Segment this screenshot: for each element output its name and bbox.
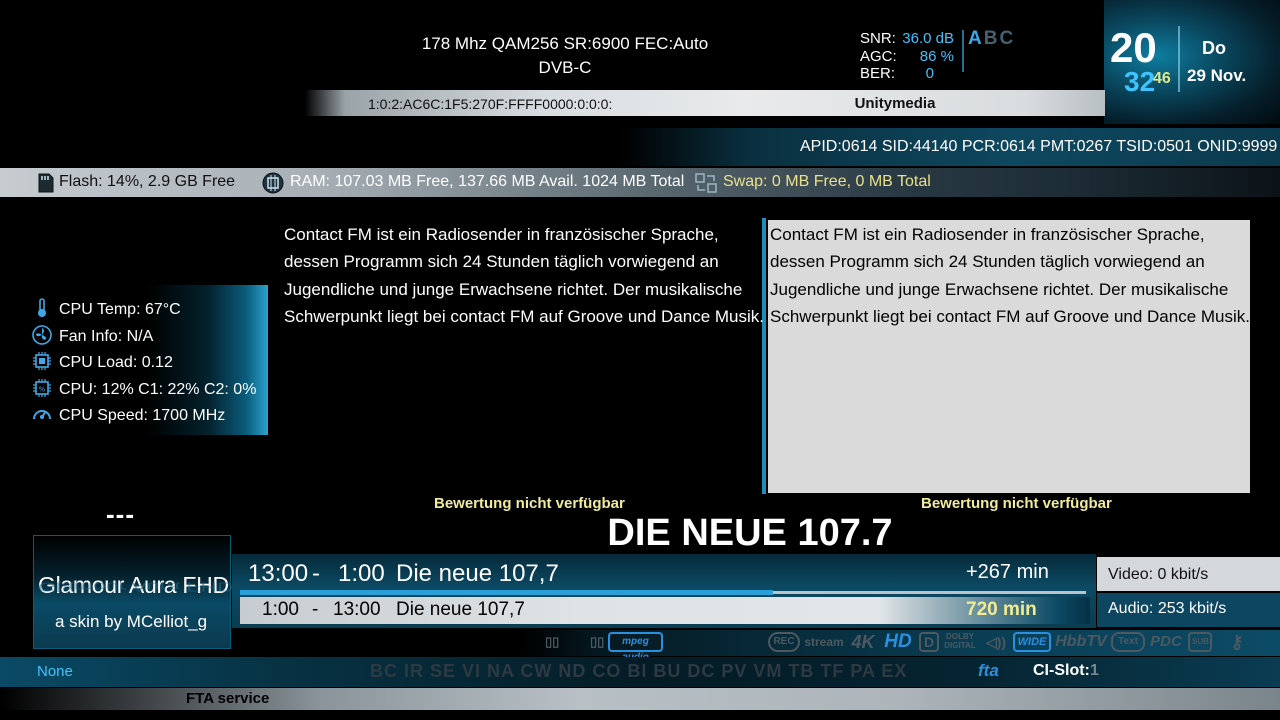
teletext-icon: Text — [1111, 632, 1145, 652]
fta-logo-icon: fta — [978, 661, 999, 680]
description-left-text: Contact FM ist ein Radiosender in franzö… — [284, 225, 765, 327]
tuner-b-indicator: B — [983, 28, 1000, 49]
rating-right: Bewertung nicht verfügbar — [921, 495, 1112, 512]
next-start-time: 1:00 — [262, 599, 299, 620]
channel-name: DIE NEUE 107.7 — [607, 512, 893, 554]
tuner-c-indicator: C — [999, 28, 1016, 49]
description-right-text: Contact FM ist ein Radiosender in franzö… — [770, 225, 1251, 327]
event-progress-fill — [240, 590, 773, 595]
skin-title-reflection: Glamour Aura FHD — [38, 579, 234, 594]
cpu-chip-icon — [33, 352, 51, 370]
mpeg-audio-icon: mpeg audio — [608, 632, 663, 663]
thermometer-icon — [38, 298, 46, 317]
stream-icon: stream — [804, 635, 844, 649]
cpu-temp-row: CPU Temp: 67°C — [32, 298, 181, 319]
tuner-system: DVB-C — [538, 58, 592, 77]
svg-text:%: % — [39, 386, 46, 394]
now-remaining: +267 min — [966, 561, 1049, 583]
speedometer-icon — [33, 410, 51, 420]
fan-info-row: Fan Info: N/A — [32, 325, 153, 346]
dolby-d-icon: D — [919, 632, 939, 652]
hd-icon: HD — [884, 631, 912, 652]
ca-systems-list: BC IR SE VI NA CW ND CO BI BU DC PV VM T… — [370, 661, 908, 681]
swap-icon — [695, 173, 717, 193]
cpu-speed: CPU Speed: 1700 MHz — [59, 407, 226, 424]
speaker-icon: ◁)) — [985, 634, 1007, 650]
rating-left: Bewertung nicht verfügbar — [434, 495, 625, 512]
signal-divider — [962, 30, 964, 72]
clock-minute: 32 — [1124, 66, 1156, 97]
now-event-title: Die neue 107,7 — [396, 560, 559, 587]
snr-value: 36.0 dB — [902, 30, 954, 47]
provider-name: Unitymedia — [854, 95, 936, 112]
agc-value: 86 % — [919, 48, 954, 65]
4k-icon: 4K — [851, 632, 875, 652]
cpu-usage-row: % CPU: 12% C1: 22% C2: 0% — [32, 378, 256, 399]
tuner-a-indicator: A — [968, 28, 984, 49]
placeholder-dash: --- — [106, 499, 135, 529]
agc-label: AGC: — [860, 48, 897, 65]
ca-current: None — [37, 663, 73, 680]
clock-hour: 20 — [1110, 24, 1157, 71]
now-end-time: 1:00 — [338, 560, 385, 587]
next-duration: 720 min — [966, 599, 1037, 620]
pdc-icon: PDC — [1150, 633, 1182, 650]
widescreen-icon: WIDE — [1013, 632, 1051, 652]
audio-bitrate: Audio: 253 kbit/s — [1108, 600, 1227, 617]
next-time-separator: - — [312, 599, 319, 620]
fan-info: Fan Info: N/A — [59, 328, 154, 345]
cpu-load-row: CPU Load: 0.12 — [32, 351, 173, 372]
clock-date: 29 Nov. — [1187, 66, 1247, 85]
ci-slot-label: CI-Slot: — [1033, 662, 1090, 679]
film-icon: ▯▯ — [545, 634, 560, 649]
cpu-percent-icon: % — [33, 379, 51, 397]
fta-service-label: FTA service — [186, 690, 270, 707]
subtitle-icon: SUB — [1188, 632, 1212, 652]
fan-icon — [32, 325, 52, 345]
film-strip-icon: ▯▯ — [590, 634, 605, 649]
ber-label: BER: — [860, 65, 896, 82]
skin-author: a skin by MCelliot_g — [55, 612, 208, 631]
pid-info: APID:0614 SID:44140 PCR:0614 PMT:0267 TS… — [800, 138, 1278, 155]
rec-icon: REC — [768, 632, 800, 652]
cpu-temp: CPU Temp: 67°C — [59, 301, 181, 318]
cpu-speed-row: CPU Speed: 1700 MHz — [32, 404, 225, 425]
flash-info: Flash: 14%, 2.9 GB Free — [59, 173, 236, 190]
clock-divider — [1178, 26, 1180, 92]
cpu-usage: CPU: 12% C1: 22% C2: 0% — [59, 381, 257, 398]
video-bitrate: Video: 0 kbit/s — [1108, 566, 1209, 583]
memory-chip-icon — [262, 172, 284, 194]
tuner-indicators: ABC — [968, 28, 1015, 50]
ber-value: 0 — [925, 65, 934, 82]
swap-info: Swap: 0 MB Free, 0 MB Total — [723, 173, 931, 190]
clock-second: 46 — [1153, 70, 1171, 87]
now-time-separator: - — [312, 560, 320, 587]
clock-weekday: Do — [1202, 38, 1226, 58]
sd-card-icon — [38, 173, 54, 193]
key-icon: ⚷ — [1230, 632, 1244, 652]
now-start-time: 13:00 — [248, 560, 309, 587]
next-event-title: Die neue 107,7 — [396, 599, 525, 620]
snr-label: SNR: — [860, 30, 896, 47]
next-end-time: 13:00 — [333, 599, 381, 620]
service-reference: 1:0:2:AC6C:1F5:270F:FFFF0000:0:0:0: — [368, 96, 613, 112]
cpu-load: CPU Load: 0.12 — [59, 354, 173, 371]
tuner-frequency-info: 178 Mhz QAM256 SR:6900 FEC:Auto — [421, 34, 709, 53]
dolby-digital-icon: DOLBY DIGITAL — [944, 632, 976, 650]
hbbtv-icon: HbbTV — [1055, 633, 1107, 650]
ci-slot-value: 1 — [1090, 662, 1099, 679]
ram-info: RAM: 107.03 MB Free, 137.66 MB Avail. 10… — [290, 173, 685, 190]
